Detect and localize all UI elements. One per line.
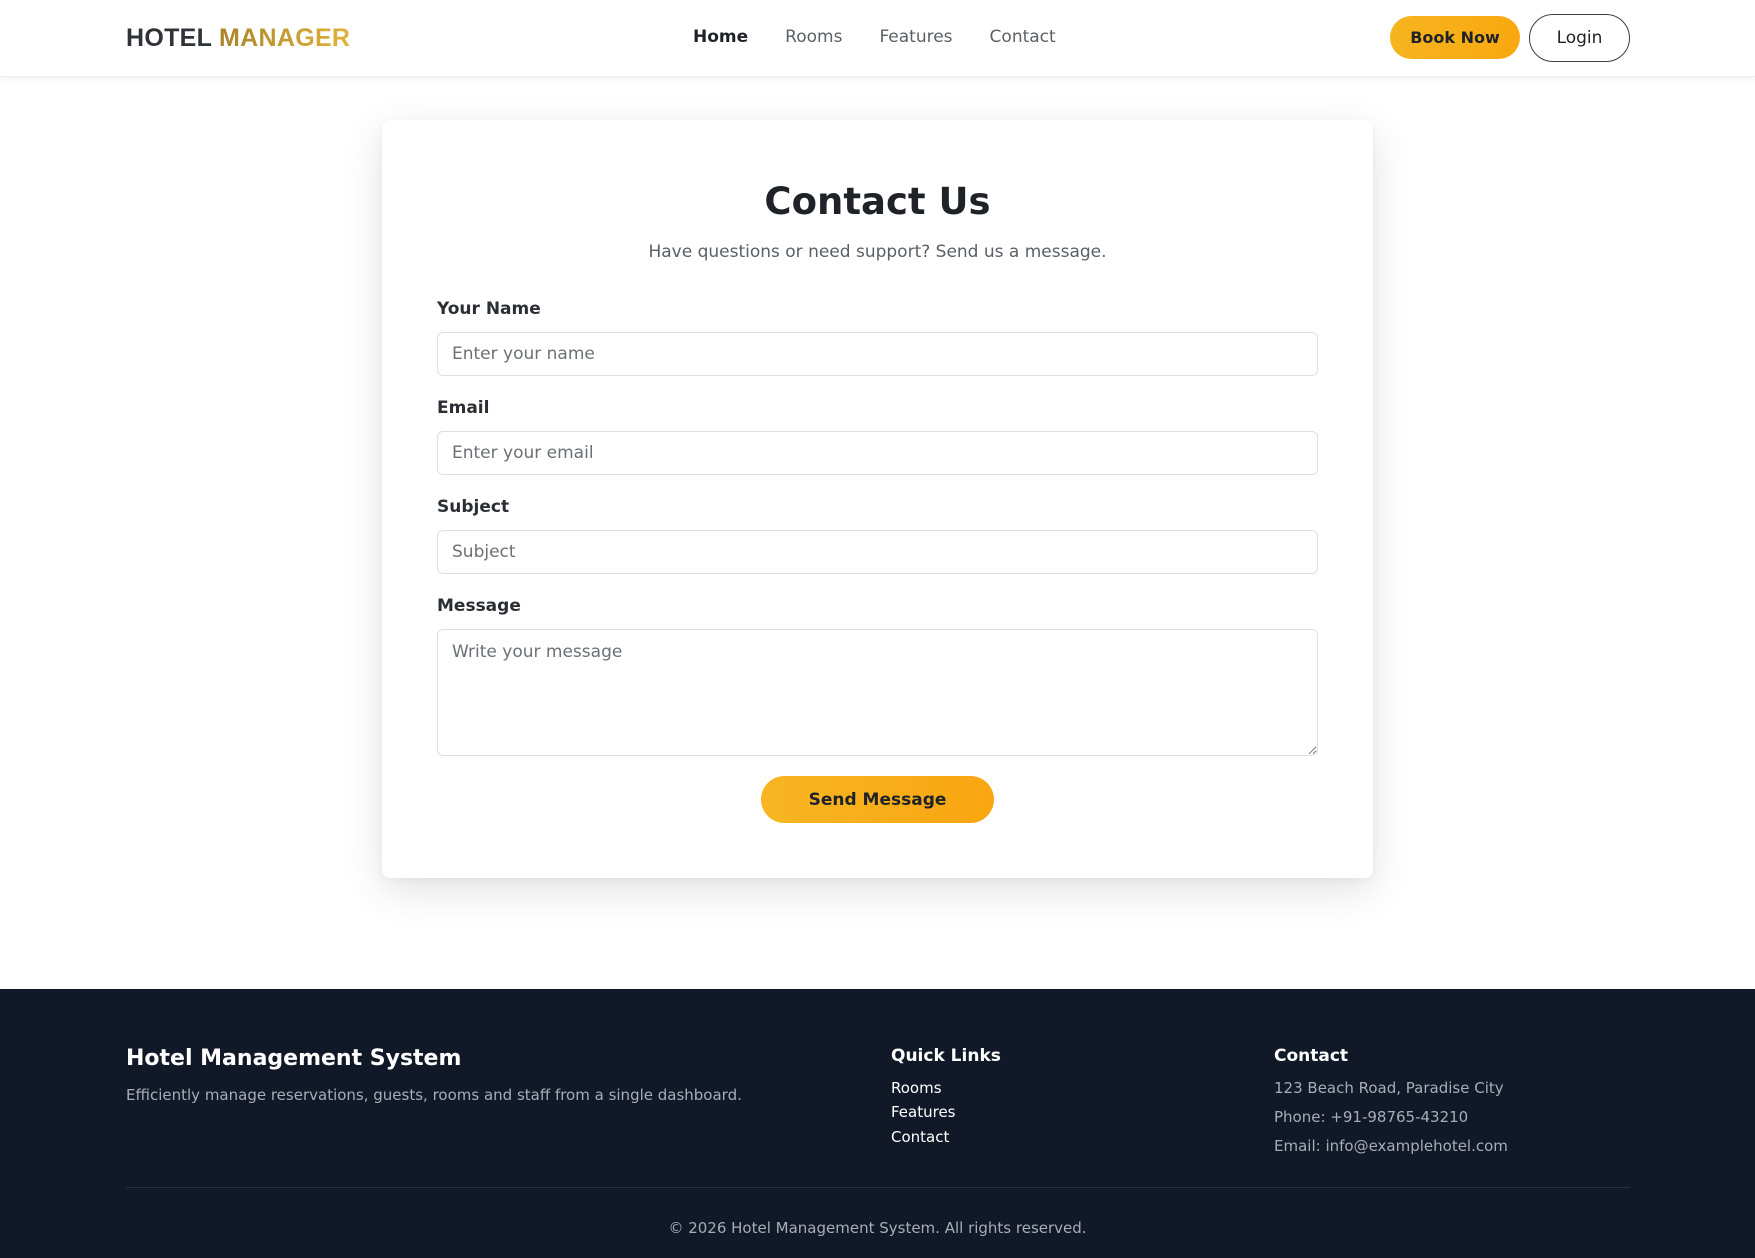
subject-label: Subject [437, 497, 510, 517]
message-textarea[interactable] [437, 629, 1318, 756]
name-input[interactable] [437, 332, 1318, 376]
book-now-button[interactable]: Book Now [1390, 16, 1520, 59]
subject-input[interactable] [437, 530, 1318, 574]
page-title: Contact Us [764, 180, 991, 223]
message-label: Message [437, 596, 521, 616]
login-button[interactable]: Login [1529, 14, 1630, 62]
footer: Hotel Management System Efficiently mana… [0, 989, 1755, 1258]
footer-description: Efficiently manage reservations, guests,… [126, 1086, 742, 1104]
quick-links-heading: Quick Links [891, 1046, 1001, 1066]
footer-copyright: © 2026 Hotel Management System. All righ… [668, 1219, 1087, 1237]
brand-logo[interactable]: HOTEL MANAGER [126, 24, 350, 53]
nav-link-rooms[interactable]: Rooms [785, 27, 842, 47]
footer-address: 123 Beach Road, Paradise City [1274, 1079, 1504, 1097]
brand-text-manager: MANAGER [219, 24, 351, 52]
email-label: Email [437, 398, 490, 418]
footer-title: Hotel Management System [126, 1046, 462, 1071]
contact-form-card: Contact Us Have questions or need suppor… [382, 120, 1373, 878]
footer-link-contact[interactable]: Contact [891, 1128, 949, 1146]
footer-email: Email: info@examplehotel.com [1274, 1137, 1508, 1155]
footer-link-rooms[interactable]: Rooms [891, 1079, 942, 1097]
navbar: HOTEL MANAGER Home Rooms Features Contac… [0, 0, 1755, 77]
brand-text-hotel: HOTEL [126, 24, 212, 52]
footer-divider [126, 1187, 1630, 1188]
page-subtitle: Have questions or need support? Send us … [648, 242, 1107, 262]
footer-contact-heading: Contact [1274, 1046, 1349, 1066]
nav-link-contact[interactable]: Contact [990, 27, 1056, 47]
nav-link-features[interactable]: Features [879, 27, 952, 47]
footer-phone: Phone: +91-98765-43210 [1274, 1108, 1469, 1126]
send-message-button[interactable]: Send Message [761, 776, 994, 823]
name-label: Your Name [437, 299, 541, 319]
footer-link-features[interactable]: Features [891, 1103, 956, 1121]
nav-link-home[interactable]: Home [693, 27, 748, 47]
nav-links: Home Rooms Features Contact [693, 27, 1093, 47]
email-input[interactable] [437, 431, 1318, 475]
